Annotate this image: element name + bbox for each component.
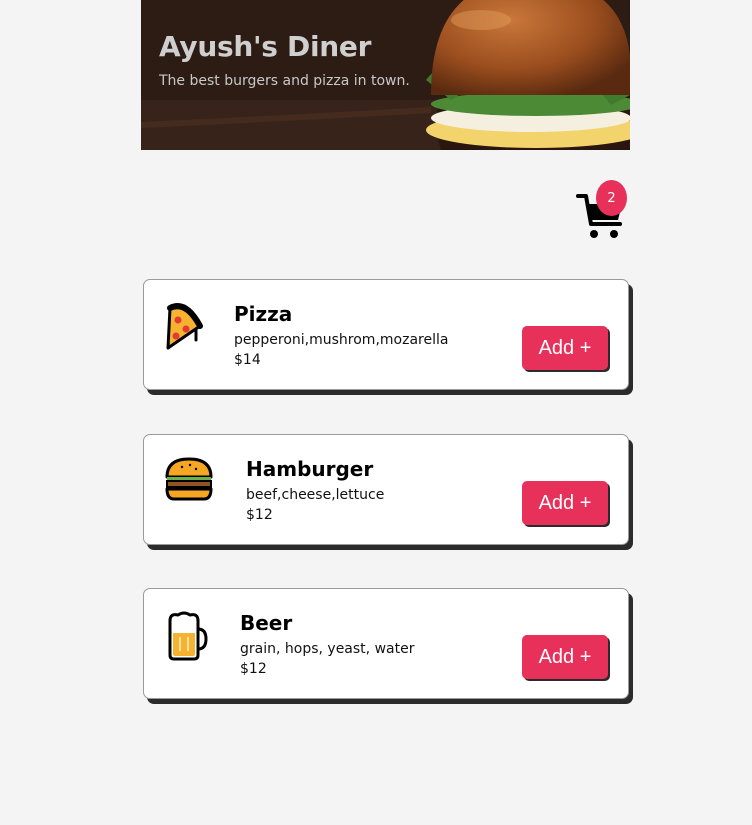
item-ingredients: beef,cheese,lettuce bbox=[246, 487, 385, 503]
item-price: $12 bbox=[240, 661, 267, 677]
item-ingredients: grain, hops, yeast, water bbox=[240, 641, 415, 657]
page-title: Ayush's Diner bbox=[159, 30, 372, 63]
item-ingredients: pepperoni,mushrom,mozarella bbox=[234, 332, 449, 348]
cart-count-badge: 2 bbox=[596, 180, 627, 216]
pizza-icon bbox=[164, 302, 214, 356]
page-subtitle: The best burgers and pizza in town. bbox=[159, 73, 410, 89]
add-beer-button[interactable]: Add + bbox=[522, 635, 608, 679]
item-name: Hamburger bbox=[246, 457, 374, 481]
menu-item-hamburger: Hamburger beef,cheese,lettuce $12 Add + bbox=[143, 434, 629, 545]
item-price: $12 bbox=[246, 507, 273, 523]
hero-banner: Ayush's Diner The best burgers and pizza… bbox=[141, 0, 630, 150]
add-pizza-button[interactable]: Add + bbox=[522, 326, 608, 370]
beer-icon bbox=[164, 611, 214, 665]
item-name: Beer bbox=[240, 611, 293, 635]
cart-button[interactable]: 2 bbox=[576, 180, 628, 242]
item-price: $14 bbox=[234, 352, 261, 368]
hamburger-icon bbox=[164, 457, 214, 511]
menu-item-pizza: Pizza pepperoni,mushrom,mozarella $14 Ad… bbox=[143, 279, 629, 390]
add-hamburger-button[interactable]: Add + bbox=[522, 481, 608, 525]
item-name: Pizza bbox=[234, 302, 293, 326]
menu-item-beer: Beer grain, hops, yeast, water $12 Add + bbox=[143, 588, 629, 699]
